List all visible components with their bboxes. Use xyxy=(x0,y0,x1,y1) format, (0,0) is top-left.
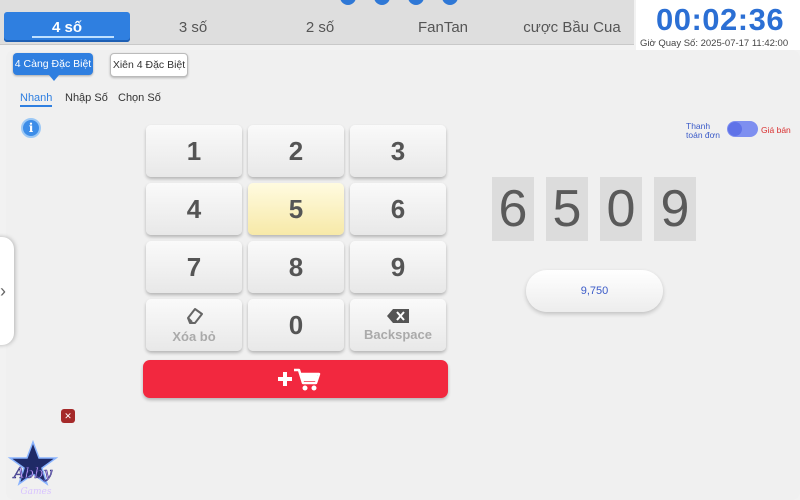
clear-button[interactable]: Xóa bỏ xyxy=(146,299,242,351)
timer-panel: 00:02:36 Giờ Quay Số: 2025-07-17 11:42:0… xyxy=(636,0,800,50)
tab-fantan[interactable]: FanTan xyxy=(395,12,491,42)
tab-2-so[interactable]: 2 số xyxy=(272,12,368,42)
key-7[interactable]: 7 xyxy=(146,241,242,293)
tab-label: FanTan xyxy=(417,18,469,36)
bet-type-xien-4[interactable]: Xiên 4 Đặc Biệt xyxy=(110,53,188,77)
tab-label: cược Bầu Cua xyxy=(523,18,621,36)
key-label: 0 xyxy=(288,309,304,340)
key-4[interactable]: 4 xyxy=(146,183,242,235)
price-display[interactable]: 9,750 xyxy=(526,270,663,312)
key-label: 6 xyxy=(390,193,406,224)
game-tab-bar: 4 số 3 số 2 số FanTan cược Bầu Cua xyxy=(0,0,634,45)
key-label: 9 xyxy=(390,251,406,282)
backspace-label: Backspace xyxy=(364,326,432,342)
key-2[interactable]: 2 xyxy=(248,125,344,177)
side-panel-handle[interactable]: › xyxy=(0,237,14,345)
digit-display-4: 9 xyxy=(654,177,696,241)
payment-toggle[interactable] xyxy=(727,121,758,137)
chevron-right-icon: › xyxy=(0,280,6,301)
mode-nhap-so[interactable]: Nhập Số xyxy=(65,92,108,104)
key-label: 3 xyxy=(390,135,406,166)
tab-underline xyxy=(32,36,114,38)
top-decoration xyxy=(340,0,480,5)
add-to-cart-button[interactable] xyxy=(143,360,448,398)
svg-text:Games: Games xyxy=(20,487,51,497)
backspace-icon xyxy=(387,308,409,323)
key-label: 1 xyxy=(186,135,202,166)
tab-bau-cua[interactable]: cược Bầu Cua xyxy=(512,12,632,42)
key-label: 2 xyxy=(288,135,304,166)
info-icon[interactable]: i xyxy=(21,118,41,138)
mode-chon-so[interactable]: Chọn Số xyxy=(118,92,161,104)
countdown-timer: 00:02:36 xyxy=(656,2,785,37)
key-6[interactable]: 6 xyxy=(350,183,446,235)
tab-label: 2 số xyxy=(305,18,335,36)
key-8[interactable]: 8 xyxy=(248,241,344,293)
key-label: 5 xyxy=(288,193,304,224)
digit-display-2: 5 xyxy=(546,177,588,241)
backspace-button[interactable]: Backspace xyxy=(350,299,446,351)
tab-label: 3 số xyxy=(178,18,208,36)
tab-3-so[interactable]: 3 số xyxy=(145,12,241,42)
add-to-cart-icon xyxy=(277,368,320,391)
bet-type-4-cang[interactable]: 4 Càng Đặc Biệt xyxy=(13,53,93,81)
tab-4-so[interactable]: 4 số xyxy=(4,12,130,42)
svg-text:Abby: Abby xyxy=(12,464,53,482)
key-5[interactable]: 5 xyxy=(248,183,344,235)
clear-label: Xóa bỏ xyxy=(172,328,216,344)
toggle-knob xyxy=(728,122,742,136)
close-icon[interactable]: ✕ xyxy=(61,409,75,423)
key-9[interactable]: 9 xyxy=(350,241,446,293)
digit-display-1: 6 xyxy=(492,177,534,241)
toggle-label-price: Giá bán xyxy=(761,125,791,135)
mode-nhanh[interactable]: Nhanh xyxy=(20,92,53,107)
key-label: 4 xyxy=(186,193,202,224)
key-1[interactable]: 1 xyxy=(146,125,242,177)
key-label: 8 xyxy=(288,251,304,282)
draw-time: Giờ Quay Số: 2025-07-17 11:42:00 xyxy=(640,38,789,49)
key-0[interactable]: 0 xyxy=(248,299,344,351)
eraser-icon xyxy=(187,307,203,324)
key-3[interactable]: 3 xyxy=(350,125,446,177)
digit-display-3: 0 xyxy=(600,177,642,241)
tab-label: 4 số xyxy=(51,18,82,36)
brand-logo: Abby Games xyxy=(7,440,59,497)
key-label: 7 xyxy=(186,251,202,282)
toggle-label-payment: Thanh toán đơn xyxy=(686,121,720,140)
